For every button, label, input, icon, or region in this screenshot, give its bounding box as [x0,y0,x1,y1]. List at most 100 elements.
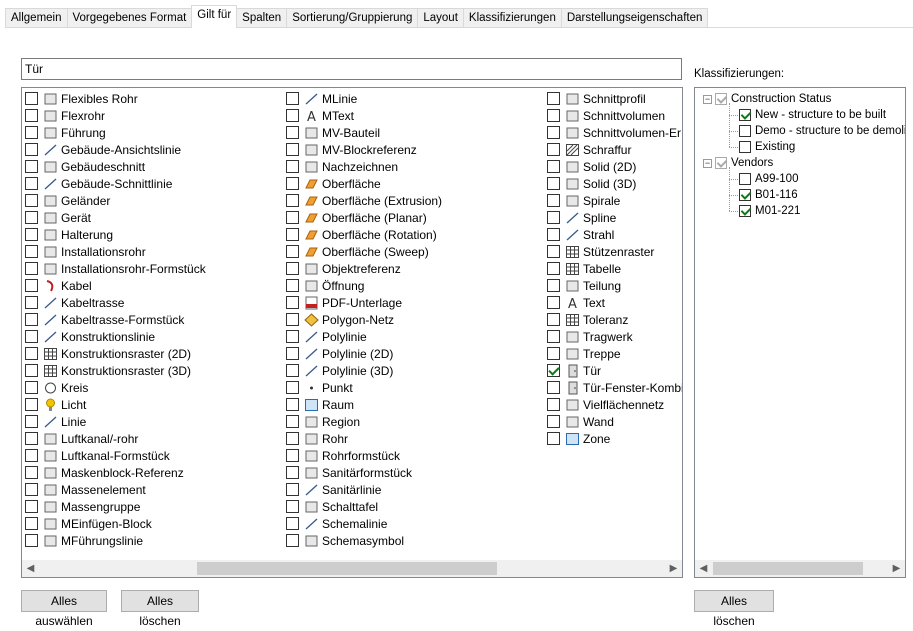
object-type-checkbox[interactable] [25,160,38,173]
object-type-item[interactable]: Polylinie (3D) [286,362,442,379]
object-type-item[interactable]: Schemalinie [286,515,442,532]
tree-horizontal-scrollbar[interactable]: ◀ ▶ [695,560,905,577]
object-type-checkbox[interactable] [286,109,299,122]
object-type-item[interactable]: Schnittvolumen [547,107,682,124]
object-type-item[interactable]: MFührungslinie [25,532,206,549]
object-type-checkbox[interactable] [547,296,560,309]
object-type-item[interactable]: Kabeltrasse [25,294,206,311]
object-type-checkbox[interactable] [25,517,38,530]
object-type-checkbox[interactable] [25,262,38,275]
object-type-item[interactable]: Solid (2D) [547,158,682,175]
object-type-item[interactable]: Objektreferenz [286,260,442,277]
object-type-item[interactable]: Oberfläche (Extrusion) [286,192,442,209]
object-type-checkbox[interactable] [547,415,560,428]
object-type-checkbox[interactable] [286,126,299,139]
object-type-item[interactable]: Wand [547,413,682,430]
object-type-item[interactable]: Nachzeichnen [286,158,442,175]
object-type-checkbox[interactable] [286,296,299,309]
object-type-checkbox[interactable] [547,211,560,224]
object-type-item[interactable]: Punkt [286,379,442,396]
object-type-checkbox[interactable] [286,143,299,156]
object-type-item[interactable]: Region [286,413,442,430]
object-type-item[interactable]: Spline [547,209,682,226]
object-type-item[interactable]: Schnittprofil [547,90,682,107]
scroll-left-arrow-icon[interactable]: ◀ [22,560,39,577]
object-type-item[interactable]: Sanitärformstück [286,464,442,481]
object-type-item[interactable]: Gebäude-Schnittlinie [25,175,206,192]
object-type-checkbox[interactable] [25,126,38,139]
classification-checkbox[interactable] [739,173,751,185]
object-type-item[interactable]: A Text [547,294,682,311]
tab-gilt-für[interactable]: Gilt für [191,5,238,28]
object-type-checkbox[interactable] [547,330,560,343]
object-type-checkbox[interactable] [286,449,299,462]
object-type-checkbox[interactable] [25,330,38,343]
tab-layout[interactable]: Layout [417,8,464,28]
object-type-checkbox[interactable] [547,228,560,241]
object-type-item[interactable]: Tür-Fenster-Kombi [547,379,682,396]
object-type-checkbox[interactable] [25,347,38,360]
object-type-checkbox[interactable] [25,194,38,207]
object-type-checkbox[interactable] [25,109,38,122]
clear-all-button[interactable]: Alles löschen [121,590,199,628]
object-type-checkbox[interactable] [25,534,38,547]
tab-vorgegebenes-format[interactable]: Vorgegebenes Format [66,8,193,28]
object-type-item[interactable]: Schraffur [547,141,682,158]
object-type-checkbox[interactable] [286,364,299,377]
object-type-item[interactable]: Massengruppe [25,498,206,515]
object-type-checkbox[interactable] [25,245,38,258]
object-type-item[interactable]: Flexibles Rohr [25,90,206,107]
object-type-item[interactable]: MV-Blockreferenz [286,141,442,158]
object-type-item[interactable]: Konstruktionslinie [25,328,206,345]
classification-tree[interactable]: ◀ ▶ − Construction Status New - structure … [694,87,906,578]
object-type-checkbox[interactable] [547,432,560,445]
collapse-toggle-icon[interactable]: − [703,94,712,104]
object-type-item[interactable]: Oberfläche (Planar) [286,209,442,226]
object-type-checkbox[interactable] [286,313,299,326]
object-type-checkbox[interactable] [547,262,560,275]
filter-input[interactable] [21,58,682,80]
object-type-checkbox[interactable] [286,347,299,360]
object-type-checkbox[interactable] [286,517,299,530]
object-type-item[interactable]: Rohr [286,430,442,447]
object-type-checkbox[interactable] [547,194,560,207]
object-type-item[interactable]: Kreis [25,379,206,396]
object-type-item[interactable]: Spirale [547,192,682,209]
object-type-item[interactable]: Raum [286,396,442,413]
object-type-item[interactable]: Öffnung [286,277,442,294]
group-checkbox[interactable] [715,157,727,169]
classification-checkbox[interactable] [739,205,751,217]
object-type-item[interactable]: Konstruktionsraster (3D) [25,362,206,379]
object-type-checkbox[interactable] [25,449,38,462]
object-type-item[interactable]: Geländer [25,192,206,209]
tree-leaf-node[interactable]: B01-116 [739,187,798,203]
object-type-item[interactable]: Sanitärlinie [286,481,442,498]
object-type-item[interactable]: Halterung [25,226,206,243]
tree-group-node[interactable]: − Construction Status [703,91,831,107]
object-type-checkbox[interactable] [286,381,299,394]
object-type-item[interactable]: Oberfläche [286,175,442,192]
object-type-item[interactable]: Kabel [25,277,206,294]
tab-sortierung-gruppierung[interactable]: Sortierung/Gruppierung [286,8,419,28]
group-checkbox[interactable] [715,93,727,105]
object-type-item[interactable]: A MText [286,107,442,124]
object-type-checkbox[interactable] [547,279,560,292]
object-type-checkbox[interactable] [25,415,38,428]
object-type-item[interactable]: Oberfläche (Rotation) [286,226,442,243]
object-type-item[interactable]: Oberfläche (Sweep) [286,243,442,260]
object-type-checkbox[interactable] [286,432,299,445]
object-type-list[interactable]: Flexibles Rohr Flexrohr Führung Gebäude-Ans… [21,87,683,578]
object-type-checkbox[interactable] [286,330,299,343]
tree-scroll-right-arrow-icon[interactable]: ▶ [888,560,905,577]
classification-checkbox[interactable] [739,189,751,201]
tree-leaf-node[interactable]: M01-221 [739,203,800,219]
select-all-button[interactable]: Alles auswählen [21,590,107,628]
object-type-checkbox[interactable] [25,381,38,394]
object-type-item[interactable]: PDF-Unterlage [286,294,442,311]
object-type-checkbox[interactable] [547,143,560,156]
object-type-item[interactable]: Tabelle [547,260,682,277]
object-type-item[interactable]: Massenelement [25,481,206,498]
classification-checkbox[interactable] [739,109,751,121]
classification-checkbox[interactable] [739,141,751,153]
object-type-checkbox[interactable] [25,92,38,105]
